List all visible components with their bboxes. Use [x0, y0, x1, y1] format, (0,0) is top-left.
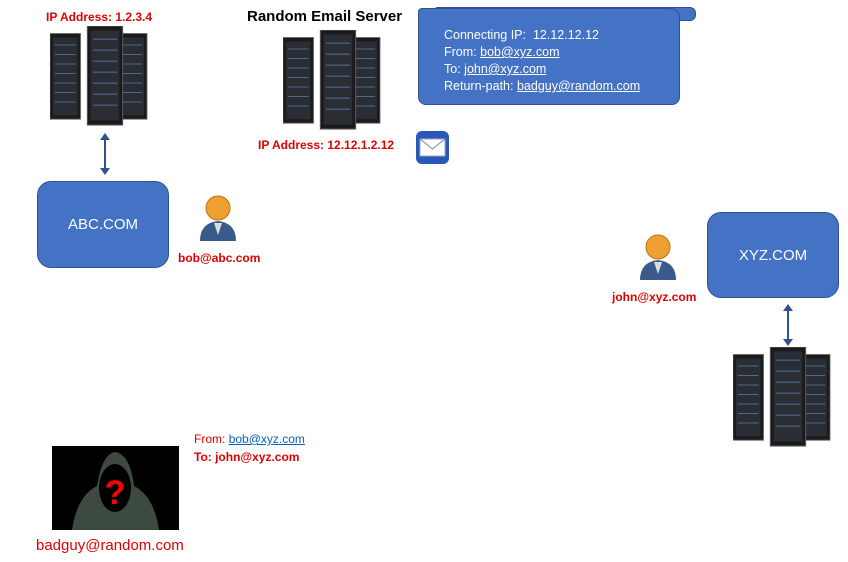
connecting-ip-label: Connecting IP:: [444, 28, 526, 42]
return-path-label: Return-path:: [444, 79, 514, 93]
from-label: From:: [444, 45, 477, 59]
envelope-icon: [416, 131, 449, 164]
attacker-address: badguy@random.com: [36, 537, 184, 554]
hooded-figure-icon: ?: [72, 452, 159, 530]
random-server-title: Random Email Server: [247, 8, 403, 25]
double-arrow-icon: [100, 133, 110, 175]
from-link[interactable]: bob@xyz.com: [480, 45, 559, 59]
xyz-server-icon: [733, 347, 843, 449]
person-icon: [639, 234, 677, 281]
hooded-attacker-image: ?: [52, 446, 179, 530]
double-arrow-icon: [783, 304, 793, 346]
abc-domain-box: ABC.COM: [37, 181, 169, 268]
svg-text:?: ?: [105, 474, 126, 512]
random-server-icon: [283, 30, 393, 132]
person-icon: [199, 195, 237, 242]
random-server-ip-label: IP Address: 12.12.1.2.12: [258, 138, 395, 152]
to-label: To:: [444, 62, 461, 76]
abc-user-label: bob@abc.com: [178, 251, 261, 265]
connecting-ip: 12.12.12.12: [532, 28, 599, 42]
left-server-ip-label: IP Address: 1.2.3.4: [46, 10, 153, 24]
attacker-from-link[interactable]: bob@xyz.com: [229, 432, 305, 446]
email-header-callout: Connecting IP: 12.12.12.12 From: bob@xyz…: [418, 8, 680, 105]
xyz-domain-box: XYZ.COM: [707, 212, 839, 298]
to-link[interactable]: john@xyz.com: [464, 62, 546, 76]
attacker-from-label: From:: [194, 432, 226, 446]
attacker-to-line: To: john@xyz.com: [194, 450, 300, 464]
left-server-icon: [50, 26, 160, 128]
xyz-user-label: john@xyz.com: [612, 290, 697, 304]
return-path-link[interactable]: badguy@random.com: [517, 79, 640, 93]
attacker-from-line: From: bob@xyz.com: [194, 432, 305, 446]
